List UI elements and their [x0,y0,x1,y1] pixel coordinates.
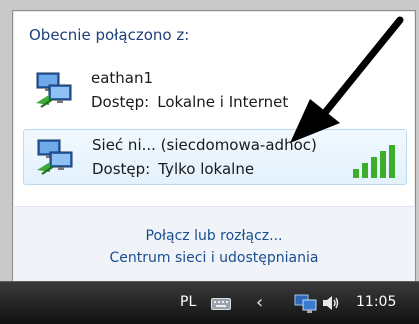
network-computers-icon [36,72,72,108]
signal-strength-icon [353,145,395,178]
taskbar: PL ‹ 11:05 [0,281,419,324]
connection-access: Dostęp: Lokalne i Internet [91,93,288,111]
volume-icon[interactable] [321,293,341,313]
network-popup: Obecnie połączono z: eathan1 Dostęp: Loka… [12,10,416,282]
popup-heading: Obecnie połączono z: [29,26,190,44]
popup-footer: Połącz lub rozłącz... Centrum sieci i ud… [13,206,415,281]
network-computers-icon [37,139,73,175]
network-sharing-center-link[interactable]: Centrum sieci i udostępniania [13,250,415,266]
connection-access: Dostęp: Tylko lokalne [92,160,254,178]
access-value: Tylko lokalne [158,160,255,178]
access-label: Dostęp: [92,160,151,178]
connection-item-eathan1[interactable]: eathan1 Dostęp: Lokalne i Internet [23,63,405,117]
access-label: Dostęp: [91,93,150,111]
keyboard-icon[interactable] [211,298,231,310]
system-clock[interactable]: 11:05 [356,294,396,310]
connection-name: Sieć ni... (siecdomowa-adhoc) [92,136,317,154]
access-value: Lokalne i Internet [157,93,289,111]
connection-item-adhoc[interactable]: Sieć ni... (siecdomowa-adhoc) Dostęp: Tyl… [23,129,407,185]
show-hidden-icons-chevron-icon[interactable]: ‹ [256,292,263,313]
connection-name: eathan1 [91,69,154,87]
language-indicator[interactable]: PL [180,294,196,310]
network-tray-icon[interactable] [294,292,318,314]
connect-disconnect-link[interactable]: Połącz lub rozłącz... [13,228,415,244]
